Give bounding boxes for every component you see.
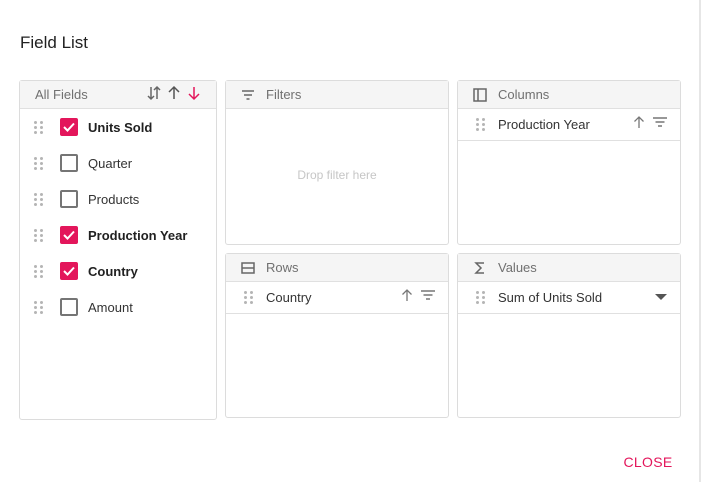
all-fields-panel: All Fields Units Sold Quarter Products P… (19, 80, 217, 420)
filter-icon (240, 87, 256, 103)
checkmark-icon (63, 230, 75, 240)
sort-descending-icon[interactable] (186, 85, 202, 104)
values-pill-sum-of-units-sold[interactable]: Sum of Units Sold (458, 282, 680, 314)
drag-handle-icon[interactable] (34, 228, 44, 242)
rows-header: Rows (226, 254, 448, 282)
checkbox-quarter[interactable] (60, 154, 78, 172)
rows-icon (240, 260, 256, 276)
drag-handle-icon[interactable] (244, 291, 254, 305)
values-title: Values (498, 260, 537, 275)
field-list-dialog: Field List All Fields Units Sold Quarter… (0, 0, 701, 482)
all-fields-header: All Fields (20, 81, 216, 109)
field-item-quarter[interactable]: Quarter (20, 145, 216, 181)
pill-label: Country (266, 290, 312, 305)
values-panel[interactable]: Values Sum of Units Sold (457, 253, 681, 418)
dropdown-arrow-icon[interactable] (654, 289, 668, 307)
sort-ascending-icon[interactable] (166, 85, 182, 104)
field-item-production-year[interactable]: Production Year (20, 217, 216, 253)
filter-icon[interactable] (652, 115, 668, 134)
columns-title: Columns (498, 87, 550, 102)
filters-title: Filters (266, 87, 302, 102)
close-button[interactable]: CLOSE (620, 450, 676, 474)
rows-panel[interactable]: Rows Country (225, 253, 449, 418)
columns-icon (472, 87, 488, 103)
drag-handle-icon[interactable] (34, 156, 44, 170)
filters-drop-placeholder: Drop filter here (297, 168, 377, 182)
filters-header: Filters (226, 81, 448, 109)
pill-label: Sum of Units Sold (498, 290, 603, 305)
drag-handle-icon[interactable] (34, 192, 44, 206)
checkbox-units-sold[interactable] (60, 118, 78, 136)
sort-ascending-icon[interactable] (400, 288, 414, 307)
pill-label: Production Year (498, 117, 590, 132)
field-item-products[interactable]: Products (20, 181, 216, 217)
field-label: Production Year (88, 227, 188, 243)
all-fields-title: All Fields (35, 87, 88, 102)
drag-handle-icon[interactable] (34, 264, 44, 278)
sort-none-icon[interactable] (146, 85, 162, 104)
field-item-country[interactable]: Country (20, 253, 216, 289)
rows-pill-country[interactable]: Country (226, 282, 448, 314)
sigma-icon (472, 260, 488, 276)
drag-handle-icon[interactable] (34, 120, 44, 134)
field-label: Quarter (88, 155, 133, 171)
field-label: Units Sold (88, 119, 153, 135)
drag-handle-icon[interactable] (476, 118, 486, 132)
pill-actions (400, 288, 436, 307)
checkmark-icon (63, 122, 75, 132)
field-item-amount[interactable]: Amount (20, 289, 216, 325)
dialog-title: Field List (20, 33, 89, 52)
checkbox-products[interactable] (60, 190, 78, 208)
field-item-units-sold[interactable]: Units Sold (20, 109, 216, 145)
checkbox-production-year[interactable] (60, 226, 78, 244)
checkbox-country[interactable] (60, 262, 78, 280)
sort-icons (146, 85, 202, 104)
columns-panel[interactable]: Columns Production Year (457, 80, 681, 245)
checkbox-amount[interactable] (60, 298, 78, 316)
drag-handle-icon[interactable] (476, 291, 486, 305)
filter-icon[interactable] (420, 288, 436, 307)
pill-actions (632, 115, 668, 134)
sort-ascending-icon[interactable] (632, 115, 646, 134)
field-label: Country (88, 263, 138, 279)
columns-header: Columns (458, 81, 680, 109)
filters-panel[interactable]: Filters Drop filter here (225, 80, 449, 245)
field-label: Amount (88, 299, 133, 315)
field-label: Products (88, 191, 140, 207)
pill-actions (654, 289, 668, 307)
drag-handle-icon[interactable] (34, 300, 44, 314)
columns-pill-production-year[interactable]: Production Year (458, 109, 680, 141)
rows-title: Rows (266, 260, 299, 275)
checkmark-icon (63, 266, 75, 276)
values-header: Values (458, 254, 680, 282)
